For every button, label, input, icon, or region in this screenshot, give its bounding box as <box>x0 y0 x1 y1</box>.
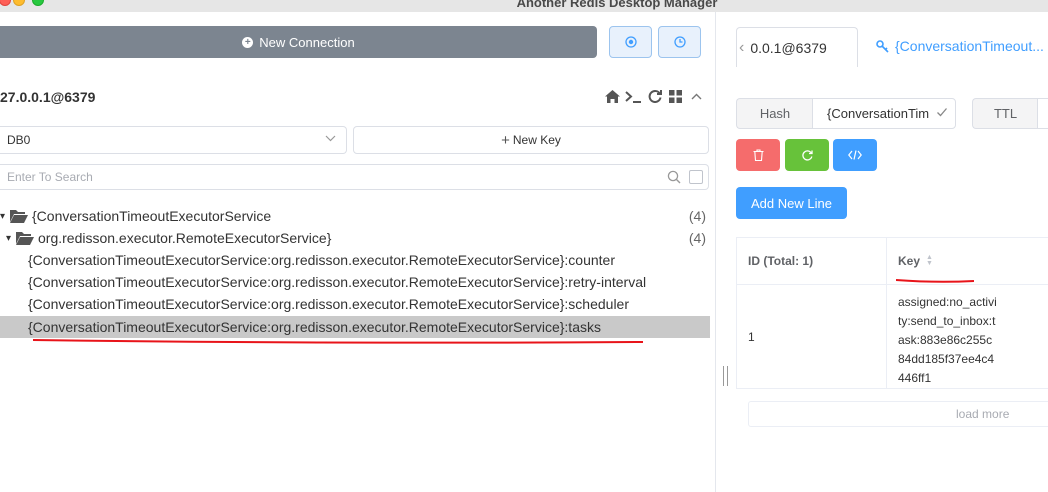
search-icon[interactable] <box>667 170 681 184</box>
connection-name[interactable]: 27.0.0.1@6379 <box>0 89 95 105</box>
chevron-up-icon[interactable] <box>688 88 705 104</box>
folder-open-icon <box>16 231 34 245</box>
grid-icon[interactable] <box>667 88 684 104</box>
search-placeholder: Enter To Search <box>7 170 93 184</box>
exact-search-checkbox[interactable] <box>689 170 703 184</box>
tree-key-row-selected[interactable]: {ConversationTimeoutExecutorService:org.… <box>0 316 710 338</box>
tree-folder-count: (4) <box>688 208 706 224</box>
tree-key-label: {ConversationTimeoutExecutorService:org.… <box>28 274 647 290</box>
app-title: Another Redis Desktop Manager <box>516 0 718 10</box>
add-new-line-button[interactable]: Add New Line <box>736 187 847 219</box>
new-connection-button[interactable]: + New Connection <box>0 26 597 58</box>
load-more-button[interactable]: load more <box>748 401 1048 427</box>
ttl-input[interactable] <box>1037 98 1048 129</box>
code-icon <box>848 150 862 160</box>
clock-icon <box>673 36 686 48</box>
tree-folder-label: {ConversationTimeoutExecutorService <box>32 208 272 224</box>
chevron-left-icon[interactable]: ‹ <box>739 39 744 57</box>
db-select-value: DB0 <box>7 133 31 147</box>
table-cell-key[interactable]: assigned:no_activity:send_to_inbox:task:… <box>898 293 998 388</box>
annotation-underline <box>33 339 643 344</box>
tab-connection[interactable]: ‹ 0.0.1@6379 <box>736 27 858 67</box>
annotation-underline <box>896 279 974 283</box>
search-input[interactable]: Enter To Search <box>0 164 709 190</box>
home-icon[interactable] <box>604 88 621 104</box>
check-icon[interactable] <box>936 106 948 118</box>
tree-folder-label: org.redisson.executor.RemoteExecutorServ… <box>38 230 332 246</box>
refresh-icon[interactable] <box>646 88 663 104</box>
hash-table: ID (Total: 1) Key ▲ ▼ 1 assigned:no_activ… <box>736 237 1048 389</box>
key-type-badge: Hash <box>736 98 813 129</box>
db-select[interactable]: DB0 <box>0 126 347 154</box>
new-key-label: New Key <box>512 133 561 147</box>
tree-key-label: {ConversationTimeoutExecutorService:org.… <box>28 252 615 268</box>
sort-icon[interactable]: ▲ ▼ <box>926 254 933 267</box>
tree-key-row[interactable]: {ConversationTimeoutExecutorService:org.… <box>0 271 710 293</box>
trash-icon <box>753 149 763 161</box>
tree-key-row[interactable]: {ConversationTimeoutExecutorService:org.… <box>0 293 710 315</box>
chevron-down-icon <box>325 135 336 142</box>
table-cell-id: 1 <box>737 285 887 389</box>
plus-icon: + <box>501 131 510 149</box>
tree-folder-row[interactable]: ▾ {ConversationTimeoutExecutorService (4… <box>0 205 710 227</box>
new-key-button[interactable]: + New Key <box>353 126 709 154</box>
resize-handle[interactable] <box>723 366 728 386</box>
new-connection-label: New Connection <box>259 34 355 50</box>
refresh-button[interactable] <box>785 139 829 171</box>
caret-down-icon[interactable]: ▾ <box>0 211 8 222</box>
title-bar: Another Redis Desktop Manager <box>0 0 1048 12</box>
tree-key-label: {ConversationTimeoutExecutorService:org.… <box>28 319 601 335</box>
delete-button[interactable] <box>736 139 780 171</box>
col-header-id: ID (Total: 1) <box>737 238 887 285</box>
tree-key-label: {ConversationTimeoutExecutorService:org.… <box>28 296 630 312</box>
load-more-label: load more <box>956 407 1010 421</box>
col-header-key-label: Key <box>898 254 921 268</box>
ttl-badge: TTL <box>972 98 1038 129</box>
dump-command-button[interactable] <box>833 139 877 171</box>
tab-connection-label: 0.0.1@6379 <box>750 39 827 56</box>
tab-key[interactable]: {ConversationTimeout... <box>876 38 1044 54</box>
key-name-value: {ConversationTim <box>827 106 930 121</box>
tree-folder-row[interactable]: ▾ org.redisson.executor.RemoteExecutorSe… <box>0 227 710 249</box>
key-icon <box>876 39 889 53</box>
folder-open-icon <box>10 209 28 223</box>
settings-button[interactable] <box>609 26 652 58</box>
key-name-input[interactable]: {ConversationTim <box>812 98 956 129</box>
pane-divider <box>715 12 716 492</box>
refresh-icon <box>802 150 813 161</box>
plus-circle-icon: + <box>242 36 254 48</box>
tab-key-label: {ConversationTimeout... <box>895 38 1044 54</box>
tree-folder-count: (4) <box>688 230 706 246</box>
history-button[interactable] <box>658 26 701 58</box>
settings-icon <box>624 36 637 48</box>
connection-toolbar <box>604 88 705 104</box>
tree-key-row[interactable]: {ConversationTimeoutExecutorService:org.… <box>0 249 710 271</box>
caret-down-icon[interactable]: ▾ <box>6 233 14 244</box>
terminal-icon[interactable] <box>625 88 642 104</box>
